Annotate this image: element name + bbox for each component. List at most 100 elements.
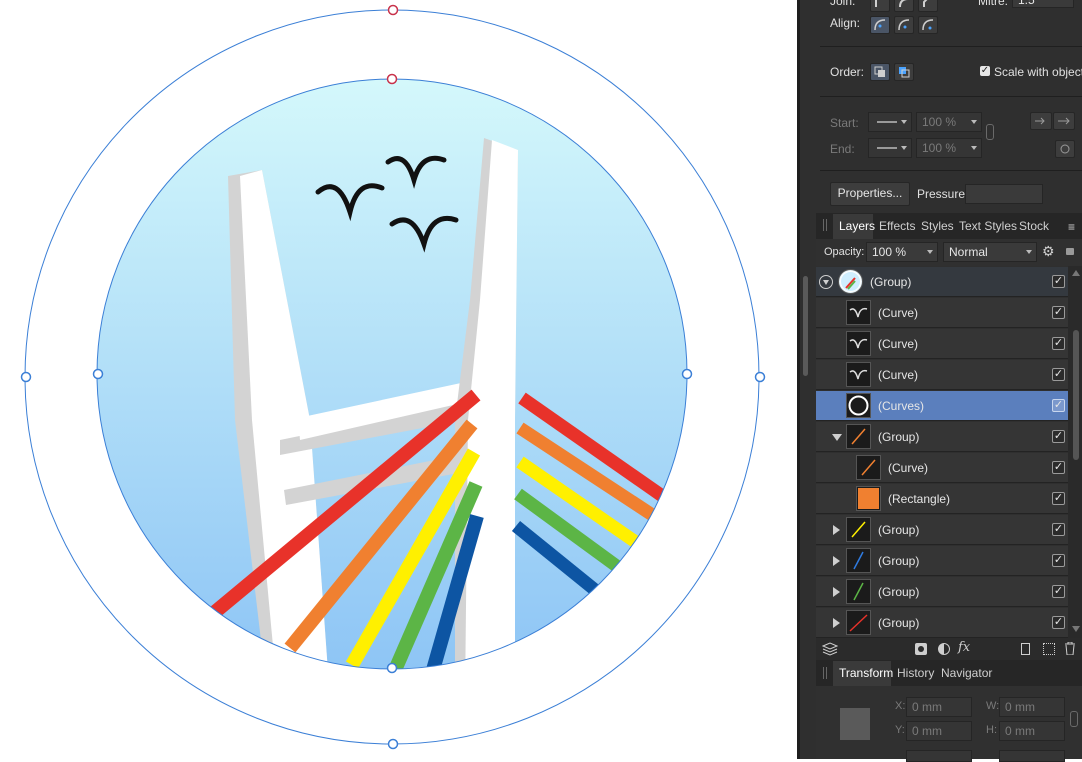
layer-visibility-checkbox[interactable]: ✓ [1052, 399, 1065, 412]
end-arrowhead-dropdown[interactable] [868, 138, 912, 158]
add-pixel-layer-icon[interactable] [1043, 643, 1055, 655]
inner-top-node-handle[interactable] [386, 73, 398, 85]
layer-visibility-checkbox[interactable]: ✓ [1052, 554, 1065, 567]
expand-arrow-icon[interactable] [833, 556, 840, 566]
layer-visibility-checkbox[interactable]: ✓ [1052, 461, 1065, 474]
outer-bottom-node-handle[interactable] [387, 738, 399, 750]
layer-row[interactable]: (Curve) ✓ [816, 298, 1068, 328]
layer-row[interactable]: (Group) ✓ [816, 267, 1068, 297]
add-layer-icon[interactable] [1021, 643, 1030, 655]
start-arrowhead-dropdown[interactable] [868, 112, 912, 132]
transform-grip-icon[interactable] [823, 667, 827, 679]
order-stroke-behind-button[interactable] [870, 63, 890, 81]
order-stroke-front-button[interactable] [894, 63, 914, 81]
arrow-inside-button[interactable] [1030, 112, 1052, 130]
inner-right-node-handle[interactable] [681, 368, 693, 380]
x-field[interactable]: 0 mm [906, 697, 972, 717]
layer-row[interactable]: (Group) ✓ [816, 422, 1068, 452]
tab-stock[interactable]: Stock [1019, 219, 1049, 233]
anchor-selector-icon[interactable] [840, 708, 870, 740]
layer-visibility-checkbox[interactable]: ✓ [1052, 306, 1065, 319]
rotate-field[interactable] [906, 750, 972, 762]
start-scale-field[interactable]: 100 % [916, 112, 982, 132]
sky-circle[interactable] [97, 79, 687, 669]
layer-row[interactable]: (Group) ✓ [816, 608, 1068, 638]
tab-transform[interactable]: Transform [839, 666, 893, 680]
h-field[interactable]: 0 mm [999, 721, 1065, 741]
join-miter-button[interactable] [870, 0, 890, 12]
expand-arrow-icon[interactable] [833, 525, 840, 535]
outer-right-node-handle[interactable] [754, 371, 766, 383]
properties-button[interactable]: Properties... [830, 182, 910, 206]
transform-link-icon[interactable] [1070, 711, 1078, 727]
layers-scroll-thumb[interactable] [1073, 330, 1079, 460]
layers-stack-icon[interactable] [821, 642, 839, 656]
tab-layers[interactable]: Layers [839, 219, 875, 233]
studio-scroll-thumb[interactable] [803, 276, 808, 376]
panel-grip-icon[interactable] [823, 219, 827, 231]
pressure-graph[interactable] [965, 184, 1043, 204]
document-canvas[interactable] [0, 0, 797, 759]
layer-row[interactable]: (Curve) ✓ [816, 453, 1068, 483]
align-outside-button[interactable] [918, 16, 938, 34]
opacity-dropdown[interactable]: 100 % [866, 242, 938, 262]
layer-row[interactable]: (Group) ✓ [816, 515, 1068, 545]
layer-row[interactable]: (Group) ✓ [816, 546, 1068, 576]
join-round-button[interactable] [894, 0, 914, 12]
align-inside-button[interactable] [894, 16, 914, 34]
layer-row[interactable]: (Curve) ✓ [816, 360, 1068, 390]
layer-visibility-checkbox[interactable]: ✓ [1052, 585, 1065, 598]
layer-name: (Curve) [878, 306, 919, 320]
layer-name: (Group) [878, 430, 920, 444]
layer-row[interactable]: (Curves) ✓ [816, 391, 1068, 421]
tab-effects[interactable]: Effects [879, 219, 915, 233]
panel-menu-icon[interactable]: ≡ [1068, 220, 1075, 234]
inner-bottom-node-handle[interactable] [386, 662, 398, 674]
align-center-icon [874, 19, 886, 31]
expand-arrow-icon[interactable] [833, 587, 840, 597]
layer-visibility-checkbox[interactable]: ✓ [1052, 523, 1065, 536]
scale-with-object-checkbox[interactable]: ✓ [980, 66, 990, 76]
scroll-up-icon[interactable] [1072, 270, 1080, 276]
join-bevel-button[interactable] [918, 0, 938, 12]
outer-top-node-handle[interactable] [387, 4, 399, 16]
outer-left-node-handle[interactable] [20, 371, 32, 383]
fx-icon[interactable]: fx [958, 640, 970, 655]
layer-visibility-checkbox[interactable]: ✓ [1052, 430, 1065, 443]
tab-styles[interactable]: Styles [921, 219, 954, 233]
lock-icon[interactable] [1066, 248, 1074, 255]
layer-row[interactable]: (Rectangle) ✓ [816, 484, 1068, 514]
mask-icon[interactable] [915, 643, 927, 655]
adjustment-icon[interactable] [938, 643, 950, 655]
order-label: Order: [830, 65, 865, 79]
layer-visibility-checkbox[interactable]: ✓ [1052, 616, 1065, 629]
layer-visibility-checkbox[interactable]: ✓ [1052, 337, 1065, 350]
end-scale-field[interactable]: 100 % [916, 138, 982, 158]
inner-left-node-handle[interactable] [92, 368, 104, 380]
layer-row[interactable]: (Group) ✓ [816, 577, 1068, 607]
blend-mode-dropdown[interactable]: Normal [943, 242, 1037, 262]
scroll-down-icon[interactable] [1072, 626, 1080, 632]
link-icon[interactable] [986, 124, 994, 140]
layer-visibility-checkbox[interactable]: ✓ [1052, 492, 1065, 505]
tab-navigator[interactable]: Navigator [941, 666, 992, 680]
layer-visibility-checkbox[interactable]: ✓ [1052, 368, 1065, 381]
arrow-outside-button[interactable] [1053, 112, 1075, 130]
w-field[interactable]: 0 mm [999, 697, 1065, 717]
y-field[interactable]: 0 mm [906, 721, 972, 741]
collapse-arrow-icon[interactable] [819, 275, 833, 289]
layer-row[interactable]: (Curve) ✓ [816, 329, 1068, 359]
shear-field[interactable] [999, 750, 1065, 762]
tab-history[interactable]: History [897, 666, 934, 680]
align-center-button[interactable] [870, 16, 890, 34]
gear-icon[interactable]: ⚙ [1042, 244, 1056, 258]
layer-name: (Group) [878, 616, 920, 630]
layer-visibility-checkbox[interactable]: ✓ [1052, 275, 1065, 288]
tab-text-styles[interactable]: Text Styles [959, 219, 1017, 233]
mitre-field[interactable]: 1.5 [1012, 0, 1074, 8]
order-front-icon [899, 67, 910, 78]
swap-arrowheads-button[interactable] [1055, 140, 1075, 158]
collapse-arrow-icon[interactable] [832, 434, 842, 441]
expand-arrow-icon[interactable] [833, 618, 840, 628]
trash-icon[interactable] [1065, 641, 1075, 656]
